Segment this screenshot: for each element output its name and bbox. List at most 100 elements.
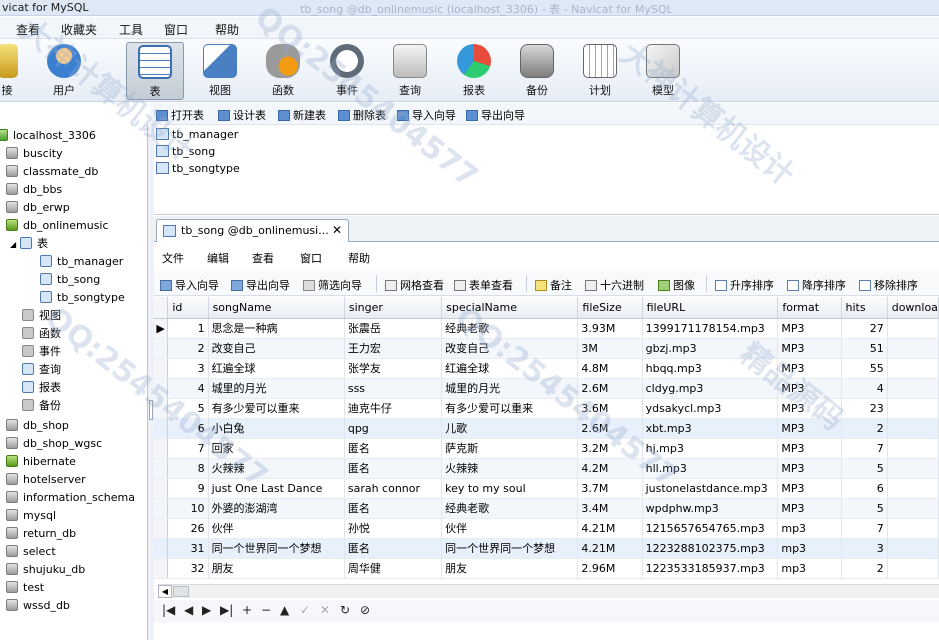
menu-help-table[interactable]: 帮助 — [348, 250, 370, 266]
row-indicator[interactable] — [154, 478, 169, 499]
menu-window-table[interactable]: 窗口 — [300, 250, 322, 266]
cell-filesize[interactable]: 2.6M — [577, 378, 643, 399]
cell-download[interactable] — [887, 418, 939, 439]
view-button[interactable]: 视图 — [191, 42, 249, 100]
cell-singer[interactable]: 匿名 — [344, 498, 443, 519]
scroll-thumb[interactable] — [173, 586, 189, 597]
tree-db-shop[interactable]: db_shop — [6, 417, 69, 434]
tree-events[interactable]: 事件 — [22, 343, 61, 360]
function-button[interactable]: 函数 — [254, 42, 312, 100]
cell-format[interactable]: mp3 — [777, 518, 842, 539]
sort-asc-button[interactable]: 升序排序 — [715, 277, 774, 293]
cell-hits[interactable]: 23 — [841, 398, 888, 419]
cell-singer[interactable]: 王力宏 — [344, 338, 443, 359]
cell-singer[interactable]: sarah connor — [344, 478, 443, 499]
object-tb-song[interactable]: tb_song — [156, 144, 215, 160]
cell-format[interactable]: MP3 — [777, 438, 842, 459]
table-row[interactable]: ▶ 1 思念是一种病 张震岳 经典老歌 3.93M 1399171178154.mp3 MP3… — [154, 318, 939, 339]
cell-songname[interactable]: 伙伴 — [208, 518, 345, 539]
cell-singer[interactable]: qpg — [344, 418, 443, 439]
tab-tb-song[interactable]: tb_song @db_onlinemusi... ✕ — [156, 219, 349, 242]
cell-hits[interactable]: 3 — [841, 538, 888, 559]
col-header-songname[interactable]: songName — [208, 297, 345, 319]
refresh-icon[interactable]: ↻ — [340, 603, 350, 617]
cell-id[interactable]: 9 — [167, 478, 209, 499]
user-button[interactable]: 用户 — [35, 42, 93, 100]
cell-songname[interactable]: just One Last Dance — [208, 478, 345, 499]
grid-import-button[interactable]: 导入向导 — [160, 277, 219, 293]
tree-table-manager[interactable]: tb_manager — [40, 253, 123, 270]
cell-hits[interactable]: 6 — [841, 478, 888, 499]
model-button[interactable]: 模型 — [634, 42, 692, 100]
cell-id[interactable]: 2 — [167, 338, 209, 359]
row-indicator[interactable] — [154, 378, 169, 399]
tree-db-bbs[interactable]: db_bbs — [6, 181, 62, 198]
cell-format[interactable]: MP3 — [777, 418, 842, 439]
cell-singer[interactable]: 张震岳 — [344, 318, 443, 339]
cell-id[interactable]: 3 — [167, 358, 209, 379]
cell-filesize[interactable]: 4.21M — [577, 518, 643, 539]
object-tb-songtype[interactable]: tb_songtype — [156, 161, 240, 177]
event-button[interactable]: 事件 — [318, 42, 376, 100]
cell-songname[interactable]: 城里的月光 — [208, 378, 345, 399]
design-table-button[interactable]: 设计表 — [218, 107, 266, 123]
table-row[interactable]: 3 红遍全球 张学友 红遍全球 4.8M hbqq.mp3 MP3 55 — [154, 358, 939, 379]
cell-songname[interactable]: 朋友 — [208, 558, 345, 579]
cell-id[interactable]: 31 — [167, 538, 209, 559]
col-header-format[interactable]: format — [777, 297, 842, 319]
cell-filesize[interactable]: 2.96M — [577, 558, 643, 579]
cell-specialname[interactable]: 萨克斯 — [441, 438, 579, 459]
memo-button[interactable]: 备注 — [535, 277, 572, 293]
expand-arrow-icon[interactable]: ◢ — [10, 236, 20, 253]
tree-db-wssd[interactable]: wssd_db — [6, 597, 70, 614]
row-indicator[interactable] — [154, 498, 169, 519]
col-header-fileurl[interactable]: fileURL — [642, 297, 779, 319]
cell-filesize[interactable]: 3.2M — [577, 438, 643, 459]
tree-db-erwp[interactable]: db_erwp — [6, 199, 70, 216]
cell-filesize[interactable]: 3.93M — [577, 318, 643, 339]
tree-tables-folder[interactable]: ◢ 表 — [10, 235, 48, 252]
cell-fileurl[interactable]: 1223533185937.mp3 — [642, 558, 779, 579]
cell-singer[interactable]: 匿名 — [344, 458, 443, 479]
cell-singer[interactable]: 匿名 — [344, 438, 443, 459]
menu-tools[interactable]: 工具 — [119, 21, 143, 38]
connection-button[interactable]: 接 — [0, 42, 18, 100]
delete-record-icon[interactable]: − — [261, 603, 271, 617]
backup-button[interactable]: 备份 — [508, 42, 566, 100]
cell-hits[interactable]: 7 — [841, 438, 888, 459]
cell-filesize[interactable]: 3M — [577, 338, 643, 359]
menu-view-table[interactable]: 查看 — [252, 250, 274, 266]
cell-download[interactable] — [887, 338, 939, 359]
cell-specialname[interactable]: 改变自己 — [441, 338, 579, 359]
menu-edit[interactable]: 编辑 — [207, 250, 229, 266]
cell-singer[interactable]: 张学友 — [344, 358, 443, 379]
tree-db-shujuku[interactable]: shujuku_db — [6, 561, 85, 578]
image-button[interactable]: 图像 — [658, 277, 695, 293]
cell-download[interactable] — [887, 498, 939, 519]
cell-format[interactable]: MP3 — [777, 398, 842, 419]
cell-singer[interactable]: 匿名 — [344, 538, 443, 559]
cell-download[interactable] — [887, 458, 939, 479]
cell-format[interactable]: MP3 — [777, 338, 842, 359]
table-row[interactable]: 9 just One Last Dance sarah connor key to m… — [154, 478, 939, 499]
cell-filesize[interactable]: 3.4M — [577, 498, 643, 519]
cell-hits[interactable]: 2 — [841, 558, 888, 579]
cell-hits[interactable]: 5 — [841, 498, 888, 519]
cell-download[interactable] — [887, 518, 939, 539]
row-indicator[interactable] — [154, 438, 169, 459]
tree-db-shop-wgsc[interactable]: db_shop_wgsc — [6, 435, 102, 452]
cell-songname[interactable]: 回家 — [208, 438, 345, 459]
cell-id[interactable]: 7 — [167, 438, 209, 459]
cell-format[interactable]: mp3 — [777, 538, 842, 559]
new-table-button[interactable]: 新建表 — [278, 107, 326, 123]
export-wizard-button[interactable]: 导出向导 — [466, 107, 525, 123]
cell-fileurl[interactable]: 1215657654765.mp3 — [642, 518, 779, 539]
cell-id[interactable]: 1 — [167, 318, 209, 339]
cell-format[interactable]: MP3 — [777, 458, 842, 479]
cell-id[interactable]: 32 — [167, 558, 209, 579]
edit-record-icon[interactable]: ▲ — [280, 603, 289, 617]
cell-download[interactable] — [887, 378, 939, 399]
table-row[interactable]: 32 朋友 周华健 朋友 2.96M 1223533185937.mp3 mp3 2 — [154, 558, 939, 579]
tree-db-information-schema[interactable]: information_schema — [6, 489, 135, 506]
row-indicator[interactable] — [154, 458, 169, 479]
